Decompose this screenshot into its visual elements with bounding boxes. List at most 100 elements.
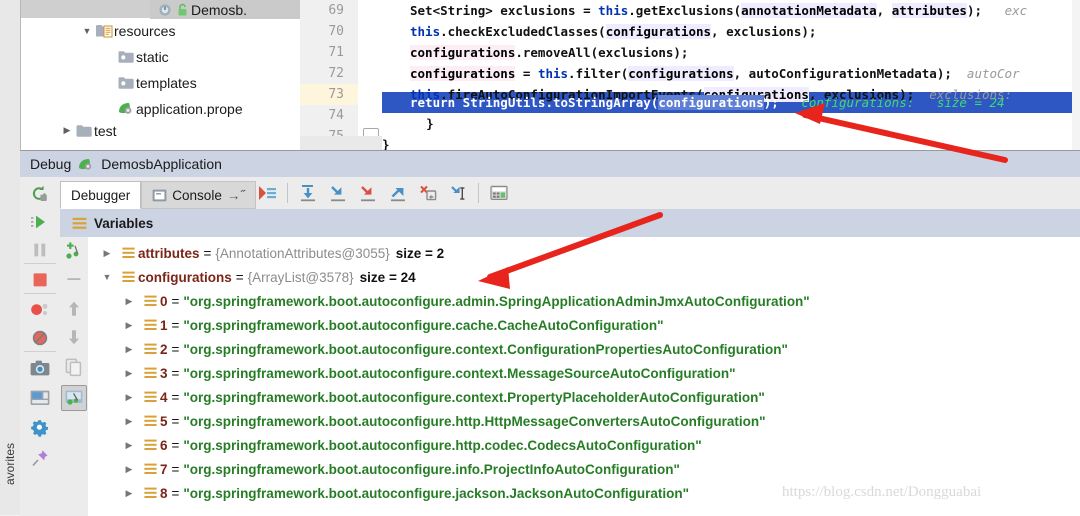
list-value-icon bbox=[118, 241, 138, 265]
project-tree-panel[interactable]: ▼ resources static templates application… bbox=[20, 0, 280, 150]
line-number: 70 bbox=[328, 24, 344, 39]
favorites-tool-button[interactable]: avorites bbox=[3, 434, 21, 494]
editor-tab-label: Demosb. bbox=[191, 1, 248, 18]
chevron-down-icon[interactable]: ▼ bbox=[80, 18, 94, 43]
variable-row[interactable]: ▶ 1 = "org.springframework.boot.autoconfigu… bbox=[88, 313, 1080, 337]
tree-item-label: application.prope bbox=[136, 100, 243, 117]
move-up-button[interactable] bbox=[62, 297, 86, 321]
tree-item-templates[interactable]: templates bbox=[20, 70, 280, 95]
chevron-right-icon[interactable]: ▶ bbox=[118, 457, 140, 481]
variable-type: {ArrayList@3578} bbox=[247, 269, 354, 285]
settings-layout-button[interactable] bbox=[27, 385, 53, 411]
chevron-right-icon[interactable]: ▶ bbox=[118, 361, 140, 385]
variable-row[interactable]: ▶ 4 = "org.springframework.boot.autoconfigu… bbox=[88, 385, 1080, 409]
chevron-right-icon[interactable]: ▶ bbox=[60, 118, 74, 143]
show-execution-point-button[interactable] bbox=[254, 180, 280, 206]
chevron-right-icon[interactable]: ▶ bbox=[96, 241, 118, 265]
debug-actions-rail[interactable] bbox=[20, 209, 61, 516]
chevron-right-icon[interactable]: ▶ bbox=[118, 337, 140, 361]
step-over-button[interactable] bbox=[295, 180, 321, 206]
code-token: exc bbox=[982, 3, 1028, 18]
get-thread-dump-button[interactable] bbox=[27, 355, 53, 381]
debug-tool-window: Debug DemosbApplication Debugger Console… bbox=[20, 150, 1080, 516]
copy-value-button[interactable] bbox=[62, 355, 86, 379]
code-token: } bbox=[382, 137, 390, 150]
settings-gear-button[interactable] bbox=[27, 415, 53, 441]
drop-frame-button[interactable] bbox=[415, 180, 441, 206]
array-index: 2 bbox=[160, 341, 168, 357]
code-line-71: configurations.removeAll(exclusions); bbox=[410, 42, 688, 63]
stop-button[interactable] bbox=[27, 267, 53, 293]
variable-row[interactable]: ▶ 6 = "org.springframework.boot.autoconfigu… bbox=[88, 433, 1080, 457]
chevron-right-icon[interactable]: ▶ bbox=[118, 433, 140, 457]
rerun-debug-button[interactable] bbox=[26, 181, 52, 205]
mute-breakpoints-button[interactable] bbox=[27, 325, 53, 351]
source-code-view[interactable]: Set<String> exclusions = this.getExclusi… bbox=[382, 0, 1080, 150]
code-token: attributes bbox=[891, 3, 967, 18]
tree-item-static[interactable]: static bbox=[20, 44, 280, 69]
variable-value: "org.springframework.boot.autoconfigure.… bbox=[183, 437, 702, 453]
tool-window-left-rail[interactable]: avorites bbox=[0, 0, 21, 515]
list-value-icon bbox=[140, 481, 160, 505]
code-line-76: } bbox=[382, 134, 390, 150]
pin-tab-button[interactable] bbox=[27, 445, 53, 471]
editor-scrollbar[interactable] bbox=[1072, 0, 1080, 150]
stepping-toolbar[interactable] bbox=[248, 177, 512, 209]
remove-watch-button[interactable] bbox=[62, 267, 86, 291]
code-token: ); bbox=[966, 3, 983, 18]
tab-console-suffix: →˝ bbox=[226, 187, 245, 203]
resume-program-button[interactable] bbox=[27, 209, 53, 235]
step-into-button[interactable] bbox=[325, 180, 351, 206]
variable-name: attributes bbox=[138, 245, 200, 261]
editor-gutter[interactable]: 69 70 71 72 73 74 75 76 bbox=[300, 0, 359, 150]
pause-program-button[interactable] bbox=[27, 237, 53, 263]
chevron-right-icon[interactable]: ▶ bbox=[118, 289, 140, 313]
variable-row[interactable]: ▼ configurations = {ArrayList@3578} size = 2… bbox=[88, 265, 1080, 289]
line-number: 74 bbox=[328, 108, 344, 123]
variable-row[interactable]: ▶ attributes = {AnnotationAttributes@3055} s… bbox=[88, 241, 1080, 265]
code-token: this bbox=[537, 66, 569, 81]
chevron-right-icon[interactable]: ▶ bbox=[118, 385, 140, 409]
list-value-icon bbox=[140, 385, 160, 409]
chevron-right-icon[interactable]: ▶ bbox=[118, 313, 140, 337]
equals-sign: = bbox=[171, 485, 180, 501]
run-configuration-name: DemosbApplication bbox=[101, 156, 222, 172]
variable-row[interactable]: ▶ 5 = "org.springframework.boot.autoconfigu… bbox=[88, 409, 1080, 433]
array-index: 3 bbox=[160, 365, 168, 381]
variable-name: configurations bbox=[138, 269, 232, 285]
chevron-right-icon[interactable]: ▶ bbox=[118, 481, 140, 505]
code-token: configurations: size = 24 bbox=[778, 95, 1005, 110]
tab-debugger[interactable]: Debugger bbox=[60, 181, 142, 209]
add-watch-button[interactable] bbox=[62, 239, 86, 263]
code-token: .getExclusions( bbox=[628, 3, 742, 18]
evaluate-expression-button[interactable] bbox=[486, 180, 512, 206]
variables-actions-rail[interactable] bbox=[60, 237, 89, 516]
inspect-button[interactable] bbox=[61, 385, 87, 411]
line-number: 71 bbox=[328, 45, 344, 60]
tab-console[interactable]: Console →˝ bbox=[141, 181, 256, 209]
array-index: 1 bbox=[160, 317, 168, 333]
code-token: , bbox=[876, 3, 892, 18]
step-out-button[interactable] bbox=[385, 180, 411, 206]
variables-icon bbox=[72, 217, 87, 230]
editor-tab-bar[interactable]: Demosb. bbox=[150, 0, 318, 19]
run-to-cursor-button[interactable] bbox=[445, 180, 471, 206]
watermark-text: https://blog.csdn.net/Dongguabai bbox=[782, 484, 982, 500]
view-breakpoints-button[interactable] bbox=[27, 297, 53, 323]
chevron-right-icon[interactable]: ▶ bbox=[118, 409, 140, 433]
debug-tab-bar[interactable]: Debugger Console →˝ bbox=[60, 177, 256, 209]
move-down-button[interactable] bbox=[62, 325, 86, 349]
force-step-into-button[interactable] bbox=[355, 180, 381, 206]
chevron-down-icon[interactable]: ▼ bbox=[96, 265, 118, 289]
tab-console-label: Console bbox=[172, 187, 222, 203]
tree-item-test[interactable]: ▶ test bbox=[20, 118, 280, 143]
tree-item-resources[interactable]: ▼ resources bbox=[20, 18, 280, 43]
toolbar-separator bbox=[478, 183, 479, 203]
variable-row[interactable]: ▶ 2 = "org.springframework.boot.autoconfigu… bbox=[88, 337, 1080, 361]
variables-tree[interactable]: ▶ attributes = {AnnotationAttributes@3055} s… bbox=[88, 237, 1080, 516]
variable-value: "org.springframework.boot.autoconfigure.… bbox=[183, 461, 680, 477]
variable-row[interactable]: ▶ 0 = "org.springframework.boot.autoconfigu… bbox=[88, 289, 1080, 313]
variable-row[interactable]: ▶ 7 = "org.springframework.boot.autoconfigu… bbox=[88, 457, 1080, 481]
variable-row[interactable]: ▶ 3 = "org.springframework.boot.autoconfigu… bbox=[88, 361, 1080, 385]
code-token: this bbox=[598, 3, 629, 18]
